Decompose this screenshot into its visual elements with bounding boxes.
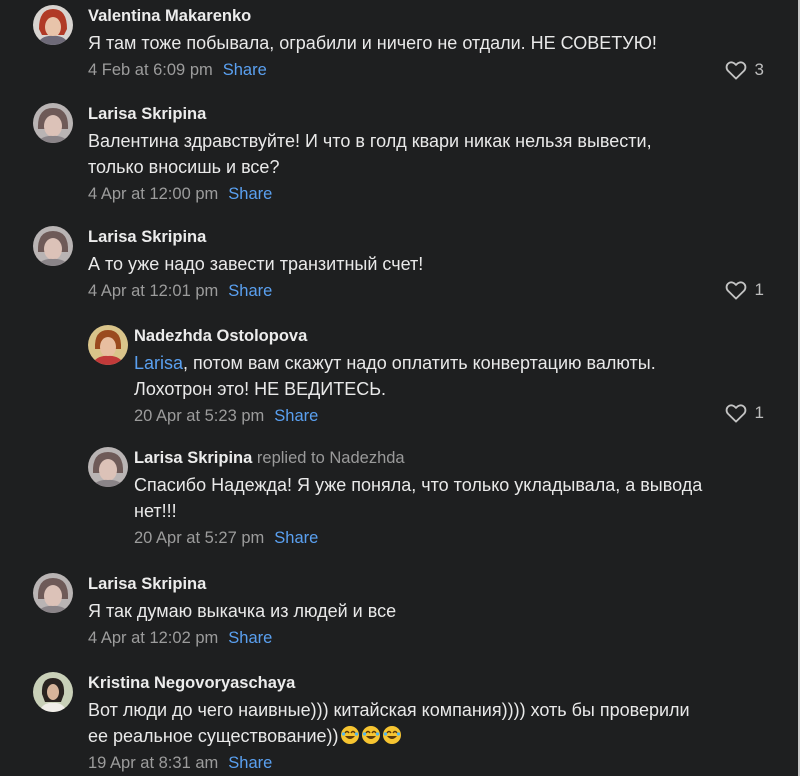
comment-text: Спасибо Надежда! Я уже поняла, что тольк… bbox=[134, 472, 702, 524]
like-button[interactable]: 1 bbox=[725, 280, 764, 300]
comment-text: Larisa, потом вам скажут надо оплатить к… bbox=[134, 350, 656, 402]
avatar[interactable] bbox=[33, 672, 73, 712]
comment-text: Я там тоже побывала, ограбили и ничего н… bbox=[88, 33, 657, 53]
comment-author[interactable]: Larisa Skripina bbox=[88, 573, 396, 595]
comment-text-line: ее реальное существование)) bbox=[88, 723, 690, 749]
share-link[interactable]: Share bbox=[274, 529, 318, 547]
share-link[interactable]: Share bbox=[228, 754, 272, 772]
comment-text-line: нет!!! bbox=[134, 501, 177, 521]
share-link[interactable]: Share bbox=[223, 61, 267, 79]
share-link[interactable]: Share bbox=[274, 407, 318, 425]
like-button[interactable]: 1 bbox=[725, 403, 764, 423]
mention-link[interactable]: Larisa bbox=[134, 353, 183, 373]
heart-outline-icon bbox=[725, 60, 747, 80]
avatar[interactable] bbox=[33, 103, 73, 143]
comment-text-line: Вот люди до чего наивные))) китайская ко… bbox=[88, 700, 690, 720]
share-link[interactable]: Share bbox=[228, 282, 272, 300]
avatar[interactable] bbox=[88, 447, 128, 487]
rolling-on-floor-laughing-emoji bbox=[382, 725, 402, 745]
comment-text-line: Лохотрон это! НЕ ВЕДИТЕСЬ. bbox=[134, 379, 387, 399]
comment-timestamp[interactable]: 4 Apr at 12:02 pm bbox=[88, 629, 218, 647]
comment-text-line: Валентина здравствуйте! И что в голд ква… bbox=[88, 131, 652, 151]
comment-text: А то уже надо завести транзитный счет! bbox=[88, 254, 424, 274]
comment-author[interactable]: Valentina Makarenko bbox=[88, 5, 657, 27]
like-button[interactable]: 3 bbox=[725, 60, 764, 80]
comment-text: Я так думаю выкачка из людей и все bbox=[88, 601, 397, 621]
author-name[interactable]: Larisa Skripina bbox=[134, 449, 252, 467]
comment-timestamp[interactable]: 20 Apr at 5:27 pm bbox=[134, 529, 264, 547]
avatar[interactable] bbox=[33, 226, 73, 266]
comment-timestamp[interactable]: 4 Apr at 12:01 pm bbox=[88, 282, 218, 300]
avatar[interactable] bbox=[33, 5, 73, 45]
comment-author[interactable]: Larisa Skripina bbox=[88, 226, 423, 248]
comment-timestamp[interactable]: 19 Apr at 8:31 am bbox=[88, 754, 218, 772]
comment-author[interactable]: Nadezhda Ostolopova bbox=[134, 325, 656, 347]
share-link[interactable]: Share bbox=[228, 185, 272, 203]
comment-text-fragment: , потом вам скажут надо оплатить конверт… bbox=[183, 353, 656, 373]
avatar[interactable] bbox=[33, 573, 73, 613]
avatar[interactable] bbox=[88, 325, 128, 365]
comment-timestamp[interactable]: 4 Feb at 6:09 pm bbox=[88, 61, 213, 79]
share-link[interactable]: Share bbox=[228, 629, 272, 647]
replied-to-label: replied to Nadezhda bbox=[256, 449, 405, 467]
comment-text: Вот люди до чего наивные))) китайская ко… bbox=[88, 697, 690, 749]
comment-author[interactable]: Kristina Negovoryaschaya bbox=[88, 672, 690, 694]
comment-text-line: Спасибо Надежда! Я уже поняла, что тольк… bbox=[134, 475, 703, 495]
heart-outline-icon bbox=[725, 403, 747, 423]
comment-text-line: Larisa, потом вам скажут надо оплатить к… bbox=[134, 350, 656, 376]
like-count: 1 bbox=[754, 280, 764, 299]
comment-text: Валентина здравствуйте! И что в голд ква… bbox=[88, 128, 652, 180]
like-count: 1 bbox=[754, 403, 764, 422]
heart-outline-icon bbox=[725, 280, 747, 300]
comment-text-fragment: ее реальное существование)) bbox=[88, 726, 339, 746]
comment-timestamp[interactable]: 4 Apr at 12:00 pm bbox=[88, 185, 218, 203]
rolling-on-floor-laughing-emoji bbox=[361, 725, 381, 745]
comment-timestamp[interactable]: 20 Apr at 5:23 pm bbox=[134, 407, 264, 425]
comment-text-line: только вносишь и все? bbox=[88, 157, 280, 177]
comment-author[interactable]: Larisa Skripina bbox=[88, 103, 652, 125]
rolling-on-floor-laughing-emoji bbox=[340, 725, 360, 745]
like-count: 3 bbox=[754, 60, 764, 79]
comment-author: Larisa Skripina replied to Nadezhda bbox=[134, 447, 702, 469]
